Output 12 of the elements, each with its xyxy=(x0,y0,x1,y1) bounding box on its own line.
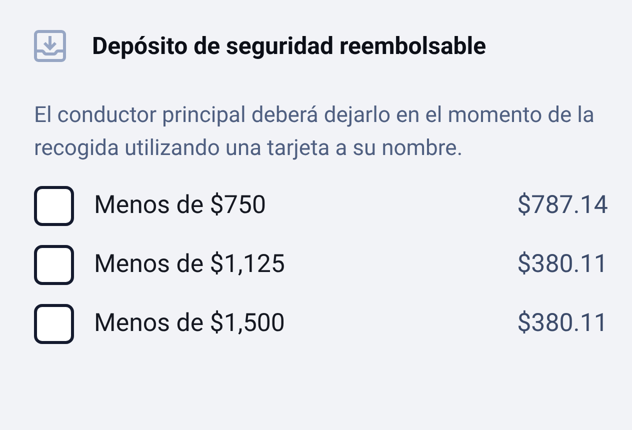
option-price: $380.11 xyxy=(517,309,608,338)
option-label: Menos de $750 xyxy=(94,191,268,220)
download-tray-icon xyxy=(34,30,66,62)
checkbox[interactable] xyxy=(34,244,74,284)
option-label: Menos de $1,500 xyxy=(94,309,286,338)
checkbox[interactable] xyxy=(34,304,74,344)
option-price: $787.14 xyxy=(517,191,608,220)
option-label: Menos de $1,125 xyxy=(94,250,286,279)
checkbox[interactable] xyxy=(34,186,74,226)
option-price: $380.11 xyxy=(517,250,608,279)
description-text: El conductor principal deberá dejarlo en el momento de la recogida utilizando una tarjeta a su nombre. xyxy=(34,102,596,163)
section-title: Depósito de seguridad reembolsable xyxy=(92,32,486,60)
